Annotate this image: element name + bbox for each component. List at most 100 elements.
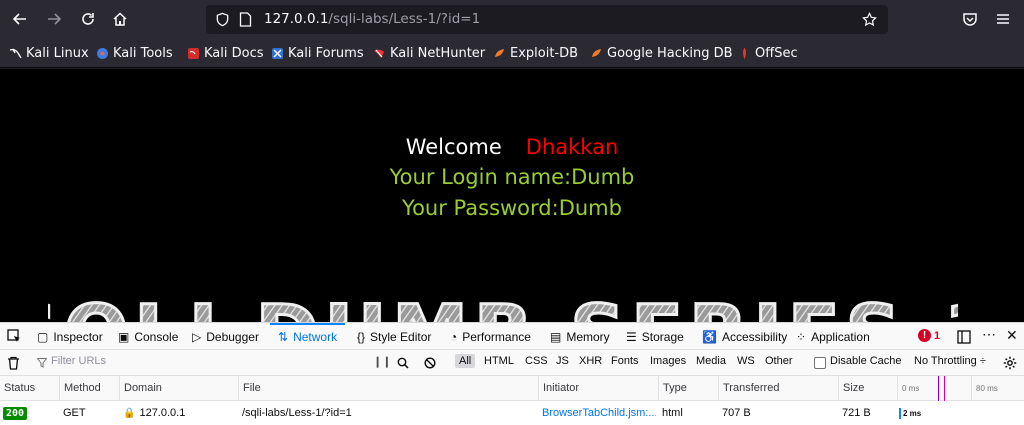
throttling-select[interactable]: No Throttling ÷ [914, 355, 986, 367]
filter-other[interactable]: Other [765, 355, 793, 367]
pick-element-icon[interactable] [7, 329, 21, 343]
bookmark-offsec[interactable]: OffSec [738, 44, 798, 62]
tab-label: Inspector [53, 329, 103, 344]
domain-cell: 🔒 127.0.0.1 [123, 401, 185, 425]
bookmark-google-hacking-db[interactable]: Google Hacking DB [590, 44, 733, 62]
column-initiator[interactable]: Initiator [538, 376, 579, 401]
filter-css[interactable]: CSS [525, 355, 548, 367]
timeline-tick-80: 80 ms [971, 376, 998, 401]
bookmark-label: Kali Docs [204, 45, 264, 61]
pause-icon[interactable]: ❙❙ [373, 355, 391, 368]
kali-forums-icon [272, 47, 283, 59]
dock-side-icon[interactable] [957, 330, 971, 344]
tab-performance[interactable]: ◔ Performance [450, 323, 531, 350]
tab-label: Network [293, 329, 338, 344]
filter-all[interactable]: All [455, 354, 476, 368]
tab-memory[interactable]: ▤ Memory [550, 323, 610, 350]
filter-js[interactable]: JS [556, 355, 569, 367]
close-devtools-icon[interactable]: ✕ [1006, 327, 1018, 344]
inspector-icon: ▢ [37, 329, 49, 344]
bookmark-kali-linux[interactable]: Kali Linux [9, 44, 89, 62]
kali-docs-icon [188, 47, 199, 59]
table-row[interactable]: 200 GET 🔒 127.0.0.1 /sqli-labs/Less-1/?id… [0, 401, 1024, 425]
tab-console[interactable]: ▣ Console [118, 323, 178, 350]
back-button[interactable] [7, 6, 33, 32]
memory-icon: ▤ [550, 329, 562, 344]
tab-label: Performance [462, 329, 531, 344]
search-icon[interactable] [397, 357, 409, 369]
storage-icon: ☰ [626, 329, 637, 344]
filter-html[interactable]: HTML [484, 355, 514, 367]
network-icon: ⇅ [278, 329, 289, 344]
gear-icon[interactable] [1003, 356, 1017, 370]
bookmark-label: Google Hacking DB [607, 45, 733, 61]
url-host: 127.0.0.1 [264, 11, 329, 27]
method-cell: GET [63, 407, 86, 419]
column-domain[interactable]: Domain [119, 376, 162, 401]
kali-dragon-icon [9, 48, 22, 58]
filter-fonts[interactable]: Fonts [611, 355, 639, 367]
menu-button[interactable] [990, 6, 1016, 32]
bookmark-label: Kali Linux [26, 45, 89, 61]
home-button[interactable] [107, 6, 133, 32]
bookmark-kali-docs[interactable]: Kali Docs [187, 44, 264, 62]
page-icon [239, 12, 252, 27]
request-table-header: Status Method Domain File Initiator Type… [0, 376, 1024, 425]
bookmark-kali-tools[interactable]: Kali Tools [96, 44, 173, 62]
bookmark-exploit-db[interactable]: Exploit-DB [493, 44, 578, 62]
more-options-icon[interactable]: ⋯ [982, 326, 996, 343]
bookmark-label: Kali Tools [113, 45, 173, 61]
tab-label: Console [134, 329, 179, 344]
column-method[interactable]: Method [59, 376, 101, 401]
tab-label: Debugger [206, 329, 259, 344]
block-icon[interactable] [424, 357, 436, 369]
bookmark-label: Kali Forums [288, 45, 364, 61]
filter-media[interactable]: Media [696, 355, 726, 367]
tab-accessibility[interactable]: ♿ Accessibility [702, 323, 787, 350]
tab-inspector[interactable]: ▢ Inspector [37, 323, 103, 350]
bookmark-label: Kali NetHunter [390, 45, 486, 61]
arrow-right-icon [48, 13, 62, 25]
password-line: Your Password:Dumb [402, 196, 622, 220]
network-filter-bar: Filter URLs ❙❙ All HTML CSS JS XHR Fonts… [0, 350, 1024, 376]
column-size[interactable]: Size [838, 376, 864, 401]
filter-urls-input[interactable]: Filter URLs [51, 355, 106, 367]
offsec-icon [743, 47, 746, 59]
bookmark-kali-nethunter[interactable]: Kali NetHunter [373, 44, 485, 62]
column-status[interactable]: Status [0, 376, 35, 401]
tab-network[interactable]: ⇅ Network [269, 323, 346, 350]
initiator-link[interactable]: BrowserTabChild.jsm:... [542, 401, 656, 425]
error-icon: ! [918, 329, 931, 342]
column-file[interactable]: File [238, 376, 261, 401]
domain-text: 127.0.0.1 [139, 407, 186, 419]
trash-icon[interactable] [7, 356, 20, 370]
tab-label: Accessibility [721, 329, 788, 344]
error-count-badge[interactable]: ! 1 [918, 329, 940, 342]
tab-application[interactable]: ⁘ Application [796, 323, 870, 350]
tab-label: Style Editor [370, 329, 432, 344]
forward-button[interactable] [41, 6, 67, 32]
column-type[interactable]: Type [658, 376, 687, 401]
disable-cache-checkbox[interactable] [814, 357, 826, 369]
url-bar[interactable]: 127.0.0.1/sqli-labs/Less-1/?id=1 [206, 5, 888, 34]
bookmark-kali-forums[interactable]: Kali Forums [271, 44, 364, 62]
tab-style-editor[interactable]: {} Style Editor [357, 323, 431, 350]
column-transferred[interactable]: Transferred [718, 376, 779, 401]
reload-button[interactable] [75, 6, 101, 32]
status-cell: 200 [3, 401, 28, 425]
filter-images[interactable]: Images [650, 355, 686, 367]
timing-bar [899, 408, 901, 419]
nethunter-icon [374, 49, 384, 58]
tab-label: Storage [641, 329, 684, 344]
welcome-line: Welcome Dhakkan [0, 135, 1024, 159]
tab-storage[interactable]: ☰ Storage [626, 323, 684, 350]
shield-icon [216, 12, 229, 27]
application-icon: ⁘ [796, 329, 807, 344]
filter-icon [37, 358, 47, 368]
filter-xhr[interactable]: XHR [579, 355, 602, 367]
tab-debugger[interactable]: ▷ Debugger [192, 323, 259, 350]
star-icon[interactable] [862, 12, 877, 27]
pocket-button[interactable] [957, 6, 983, 32]
filter-ws[interactable]: WS [737, 355, 755, 367]
accessibility-icon: ♿ [702, 329, 717, 344]
